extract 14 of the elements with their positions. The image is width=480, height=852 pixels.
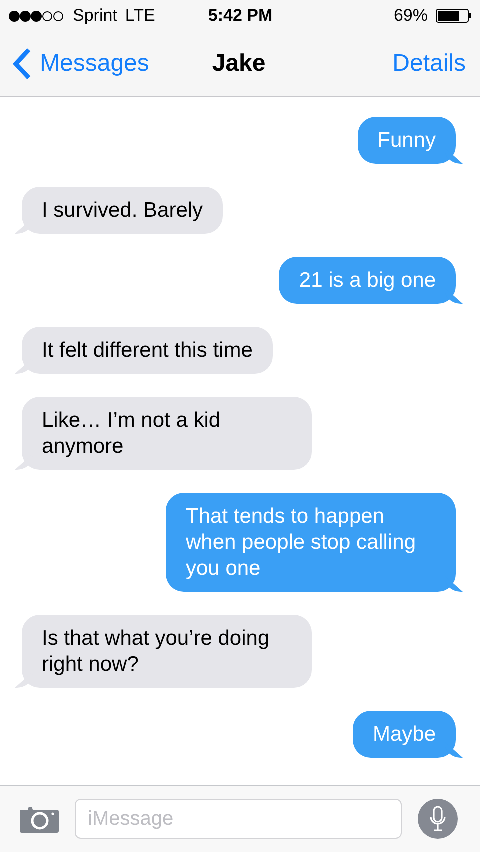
battery-icon xyxy=(436,9,472,23)
back-chevron-icon xyxy=(12,48,32,80)
signal-icon xyxy=(9,10,65,22)
microphone-button[interactable] xyxy=(418,799,458,839)
clock-time: 5:42 PM xyxy=(208,6,273,26)
camera-icon xyxy=(20,804,59,834)
details-button[interactable]: Details xyxy=(392,50,466,78)
carrier-name: Sprint xyxy=(73,6,118,26)
battery-percentage: 69% xyxy=(394,6,428,26)
microphone-icon xyxy=(430,806,446,832)
message-input-field[interactable]: iMessage xyxy=(75,799,402,839)
back-button[interactable]: Messages xyxy=(12,48,150,80)
network-type: LTE xyxy=(125,6,156,26)
contact-name: Jake xyxy=(212,50,266,78)
